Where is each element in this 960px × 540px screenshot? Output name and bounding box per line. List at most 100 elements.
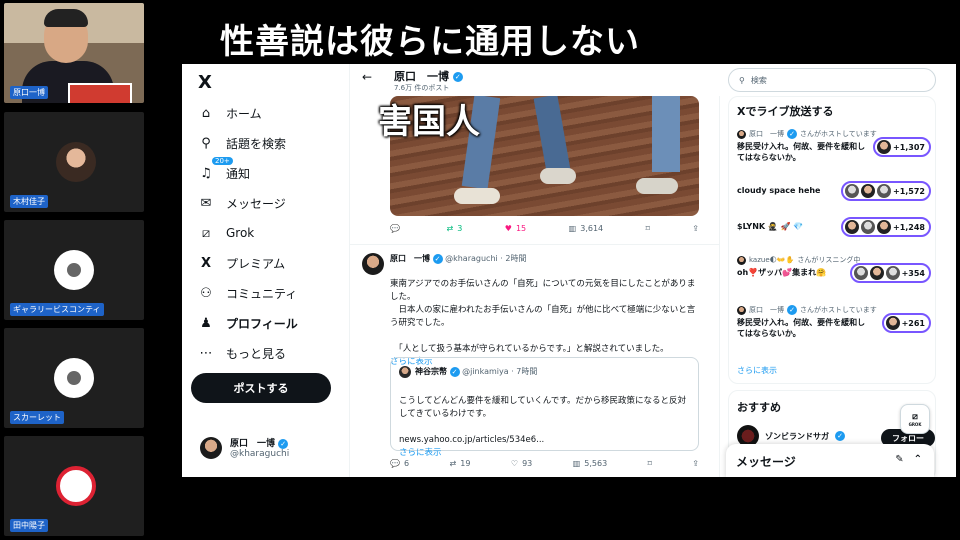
verified-icon: ✓ [432, 253, 443, 264]
live-space-item[interactable]: 原口 一博 ✓ さんがホストしています 移民受け入れ。何故、要件を緩和してはならない… [737, 305, 933, 339]
participant-avatar [56, 142, 96, 182]
meeting-screen: 原口一博 木村佳子 ギャラリービスコンティ スカーレット 田中陽子 性善説は彼ら… [0, 0, 960, 540]
back-arrow-icon[interactable]: ← [362, 70, 372, 84]
mail-icon: ✉ [200, 196, 212, 211]
grok-icon: ⧄ [912, 411, 918, 422]
view-count: 3,614 [580, 224, 604, 233]
bookmark-button[interactable]: ⌑ [646, 224, 650, 233]
repost-icon: ⇄ [446, 224, 454, 233]
bookmark-button[interactable]: ⌑ [648, 459, 652, 468]
space-host-status: さんがホストしています [800, 130, 877, 138]
verified-icon: ✓ [449, 366, 460, 377]
account-switcher[interactable]: 原口 一博 ✓ @kharaguchi [200, 436, 289, 459]
repost-count: 3 [457, 224, 463, 233]
like-count: 15 [515, 224, 527, 233]
avatar [737, 255, 746, 265]
bell-icon: ♫ [200, 166, 212, 181]
nav-label: Grok [226, 226, 255, 240]
nav-item-profile[interactable]: ♟ プロフィール [198, 315, 298, 332]
nav-label: メッセージ [226, 197, 286, 211]
live-space-item[interactable]: cloudy space hehe +1,572 [737, 181, 933, 201]
panel-title: Xでライブ放送する [737, 105, 834, 118]
participant-tile[interactable]: 田中陽子 [4, 436, 144, 536]
home-icon: ⌂ [201, 106, 211, 121]
count-text: +1,307 [892, 142, 925, 152]
avatar [737, 129, 746, 139]
post-button[interactable]: ポストする [191, 373, 331, 403]
repost-button[interactable]: ⇄ 19 [450, 459, 471, 468]
expand-icon[interactable]: ⌃ [914, 454, 922, 465]
share-button[interactable]: ⇪ [692, 224, 699, 233]
tweet-actions: 💬 6 ⇄ 19 ♡ 93 ▥ 5,563 ⌑ ⇪ [390, 459, 699, 468]
timeline: ← 原口 一博 ✓ 7.6万 件のポスト 害国人 💬 ⇄ 3 ♥ 15 ▥ 3,614… [350, 64, 720, 477]
nav-item-communities[interactable]: ⚇ コミュニティ [198, 285, 297, 302]
space-host-status: さんがリスニング中 [797, 256, 861, 264]
view-count: 5,563 [584, 459, 608, 468]
participant-tile[interactable]: 木村佳子 [4, 112, 144, 212]
shared-browser-window: X ⌂ ホーム ⚲ 話題を検索 ♫ 20+ 通知 ✉ メッセージ ⧄ Grok X プレミアム… [182, 64, 956, 477]
quote-author-name: 神谷宗幣 [415, 367, 447, 376]
space-host-status: さんがホストしています [800, 306, 877, 314]
views-button[interactable]: ▥ 5,563 [573, 459, 607, 468]
nav-label: 通知 [226, 167, 251, 181]
show-more-link[interactable]: さらに表示 [737, 365, 777, 376]
listener-count: +1,307 [872, 137, 931, 157]
share-icon: ⇪ [692, 224, 699, 233]
live-space-item[interactable]: 原口 一博 ✓ さんがホストしています 移民受け入れ。何故、要件を緩和してはならない… [737, 129, 933, 163]
nav-label: ホーム [226, 107, 262, 121]
reply-button[interactable]: 💬 6 [390, 459, 409, 468]
share-button[interactable]: ⇪ [692, 459, 699, 468]
live-space-item[interactable]: $LYNK 🥷 🚀 💎 +1,248 [737, 217, 933, 237]
live-space-item[interactable]: kazue🌓👐✋ さんがリスニング中 oh❣️ザッパ💕集まれ🤗 +354 [737, 255, 933, 283]
listener-count: +354 [849, 263, 931, 283]
user-placeholder-icon [54, 358, 94, 398]
quote-tweet[interactable]: 神谷宗幣 ✓ @jinkamiya · 7時間 こうしてどんどん要件を緩和してい… [390, 357, 699, 458]
space-title: 移民受け入れ。何故、要件を緩和してはならないか。 [737, 318, 866, 338]
nav-label: もっと見る [226, 347, 287, 361]
nav-item-messages[interactable]: ✉ メッセージ [198, 195, 286, 212]
views-button[interactable]: ▥ 3,614 [569, 224, 603, 233]
avatar [737, 305, 746, 315]
tweet-actions: 💬 ⇄ 3 ♥ 15 ▥ 3,614 ⌑ ⇪ [390, 224, 699, 233]
x-logo-icon[interactable]: X [198, 72, 212, 93]
messages-drawer[interactable]: メッセージ ✎ ⌃ [726, 444, 934, 477]
search-placeholder: 検索 [750, 75, 767, 85]
avatar[interactable] [362, 253, 384, 275]
new-message-icon[interactable]: ✎ [895, 454, 903, 465]
count-text: +261 [901, 318, 925, 328]
share-icon: ⇪ [692, 459, 699, 468]
heart-icon: ♡ [510, 459, 519, 468]
reply-button[interactable]: 💬 [390, 224, 404, 233]
space-title: oh❣️ザッパ💕集まれ🤗 [737, 268, 827, 277]
like-button[interactable]: ♡ 93 [511, 459, 532, 468]
nav-item-explore[interactable]: ⚲ 話題を検索 [198, 135, 286, 152]
tweet-author-handle: @kharaguchi [445, 254, 498, 263]
like-button[interactable]: ♥ 15 [505, 224, 526, 233]
chart-icon: ▥ [572, 459, 581, 468]
nav-item-notifications[interactable]: ♫ 20+ 通知 [198, 157, 251, 182]
nav-item-premium[interactable]: X プレミアム [198, 255, 285, 272]
space-title: 移民受け入れ。何故、要件を緩和してはならないか。 [737, 142, 866, 162]
grok-button[interactable]: ⧄ GROK [900, 404, 930, 434]
repost-button[interactable]: ⇄ 3 [446, 224, 462, 233]
caption-title: 性善説は彼らに通用しない [220, 22, 640, 62]
listener-count: +1,248 [840, 217, 931, 237]
search-input[interactable]: ⚲ 検索 [728, 68, 936, 92]
nav-item-home[interactable]: ⌂ ホーム [198, 105, 262, 122]
tweet-author-name[interactable]: 原口 一博 [390, 254, 430, 263]
verified-icon: ✓ [452, 72, 463, 82]
account-name: 原口 一博 [230, 439, 276, 449]
nav-item-grok[interactable]: ⧄ Grok [198, 225, 254, 241]
verified-icon: ✓ [278, 438, 289, 449]
panel-title: おすすめ [737, 401, 781, 414]
quote-author-handle: @jinkamiya [462, 367, 509, 376]
participant-tile[interactable]: スカーレット [4, 328, 144, 428]
participant-name: 田中陽子 [10, 519, 48, 532]
participant-avatar [56, 466, 96, 506]
count-text: +1,248 [892, 222, 925, 232]
tweet[interactable]: 原口 一博 ✓ @kharaguchi · 2時間 東南アジアでのお手伝いさんの… [350, 244, 720, 468]
participant-name: 木村佳子 [10, 195, 48, 208]
participant-tile[interactable]: ギャラリービスコンティ [4, 220, 144, 320]
participant-tile[interactable]: 原口一博 [4, 3, 144, 103]
nav-item-more[interactable]: ⋯ もっと見る [198, 345, 287, 362]
